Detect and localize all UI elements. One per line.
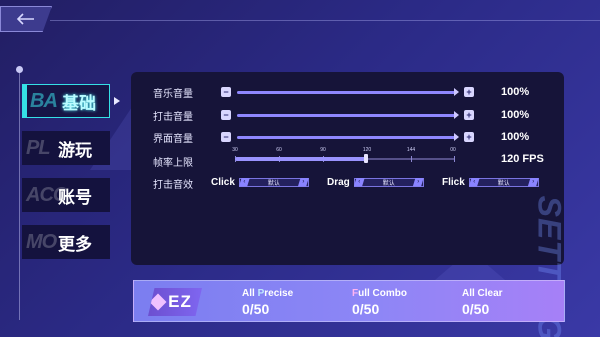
nav-ghost-text: BA [30, 90, 58, 112]
fps-tick: 144 [406, 147, 416, 153]
ui-volume-label: 界面音量 [153, 133, 193, 145]
nav-item-more[interactable]: MO 更多 [22, 225, 110, 259]
nav-item-basic[interactable]: BA 基础 [22, 84, 110, 118]
music-volume-slider[interactable] [237, 90, 457, 94]
back-arrow-icon [16, 13, 34, 25]
hit-sound-value: 默认 [497, 180, 510, 187]
stat-title: All Precise [242, 288, 294, 299]
difficulty-label: EZ [168, 292, 192, 311]
nav-item-label: 更多 [58, 234, 92, 254]
music-volume-value: 100% [501, 86, 530, 98]
minus-icon[interactable]: − [221, 87, 231, 97]
next-arrow-icon[interactable]: › [527, 177, 539, 187]
hit-sound-click: Click ‹ 默认 › [211, 175, 309, 189]
stat-value: 0/50 [352, 301, 380, 317]
prev-arrow-icon[interactable]: ‹ [468, 177, 480, 187]
fps-tick: 00 [450, 147, 456, 153]
back-button[interactable] [0, 6, 52, 32]
slider-handle-icon[interactable] [454, 88, 459, 96]
hit-sound-selector[interactable]: ‹ 默认 › [353, 177, 424, 187]
stat-full-combo: Full Combo 0/50 [352, 288, 407, 317]
stat-title: Full Combo [352, 288, 407, 299]
hit-volume-slider[interactable] [237, 113, 457, 117]
stat-title: All Clear [462, 288, 503, 299]
hit-volume-value: 100% [501, 109, 530, 121]
nav-item-account[interactable]: ACC 账号 [22, 178, 110, 212]
ui-volume-row: 界面音量 − + 100% [131, 127, 564, 147]
minus-icon[interactable]: − [221, 132, 231, 142]
nav-active-indicator-icon [114, 97, 120, 105]
nav-ghost-text: PL [26, 137, 51, 159]
nav-item-label: 账号 [58, 187, 92, 207]
fps-slider-handle[interactable] [364, 154, 369, 163]
stat-value: 0/50 [242, 301, 270, 317]
hit-sound-name: Drag [327, 176, 350, 188]
slider-handle-icon[interactable] [454, 111, 459, 119]
stat-all-clear: All Clear 0/50 [462, 288, 503, 317]
hit-sound-value: 默认 [267, 180, 280, 187]
plus-icon[interactable]: + [464, 132, 474, 142]
nav-rail-dot [16, 66, 23, 73]
hit-sound-selector[interactable]: ‹ 默认 › [468, 177, 539, 187]
next-arrow-icon[interactable]: › [297, 177, 309, 187]
nav-item-label: 基础 [62, 93, 96, 113]
fps-limit-label: 帧率上限 [153, 158, 193, 169]
fps-tick: 120 [362, 147, 372, 153]
hit-sound-drag: Drag ‹ 默认 › [327, 175, 424, 189]
hit-volume-label: 打击音量 [153, 111, 193, 123]
minus-icon[interactable]: − [221, 110, 231, 120]
fps-tick-labels: 30 60 90 120 144 00 [231, 147, 456, 157]
ui-volume-value: 100% [501, 131, 530, 143]
header-divider [50, 20, 600, 21]
nav-ghost-text: MO [26, 231, 57, 253]
nav-item-play[interactable]: PL 游玩 [22, 131, 110, 165]
plus-icon[interactable]: + [464, 110, 474, 120]
ui-volume-slider[interactable] [237, 135, 457, 139]
settings-panel: 音乐音量 − + 100% 打击音量 − + 100% 界面音量 − + 100… [131, 72, 564, 265]
music-volume-label: 音乐音量 [153, 88, 193, 100]
diamond-icon [149, 293, 167, 311]
fps-limit-fill [235, 157, 367, 161]
fps-limit-value: 120 FPS [501, 153, 544, 165]
hit-sound-name: Click [211, 176, 235, 188]
fps-tick: 30 [232, 147, 238, 153]
next-arrow-icon[interactable]: › [412, 177, 424, 187]
hit-sound-name: Flick [442, 176, 465, 188]
difficulty-badge[interactable]: EZ [148, 288, 202, 316]
music-volume-row: 音乐音量 − + 100% [131, 82, 564, 102]
hit-sound-flick: Flick ‹ 默认 › [442, 175, 539, 189]
hit-sound-value: 默认 [382, 180, 395, 187]
nav-item-label: 游玩 [58, 140, 92, 160]
nav-rail [19, 70, 20, 320]
stat-all-precise: All Precise 0/50 [242, 288, 293, 317]
stat-value: 0/50 [462, 301, 490, 317]
plus-icon[interactable]: + [464, 87, 474, 97]
hit-sound-label: 打击音效 [153, 180, 193, 191]
fps-tick: 90 [320, 147, 326, 153]
hit-sound-selector[interactable]: ‹ 默认 › [238, 177, 309, 187]
prev-arrow-icon[interactable]: ‹ [353, 177, 365, 187]
prev-arrow-icon[interactable]: ‹ [238, 177, 250, 187]
settings-nav: BA 基础 PL 游玩 ACC 账号 MO 更多 [22, 84, 110, 272]
slider-handle-icon[interactable] [454, 133, 459, 141]
stats-bar: EZ All Precise 0/50 Full Combo 0/50 All … [133, 280, 565, 322]
hit-volume-row: 打击音量 − + 100% [131, 105, 564, 125]
fps-tick: 60 [276, 147, 282, 153]
